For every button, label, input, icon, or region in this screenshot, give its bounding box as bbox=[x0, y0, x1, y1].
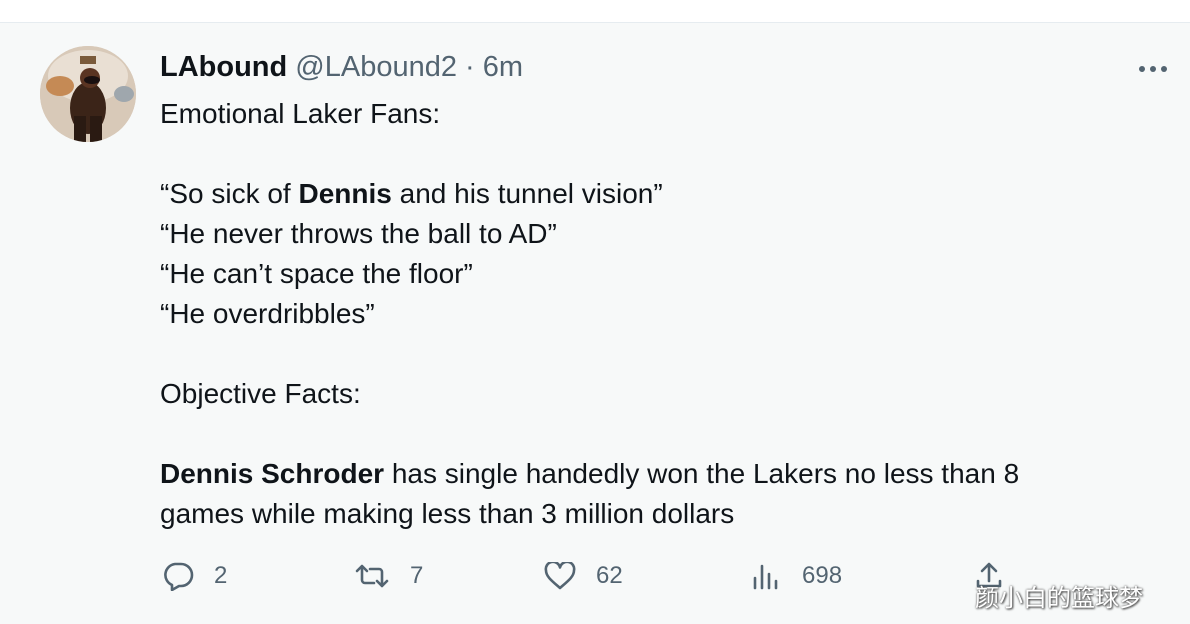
page: LAbound @LAbound2 · 6m Emotional Laker F… bbox=[0, 0, 1190, 624]
reply-icon bbox=[164, 562, 194, 591]
separator-dot: · bbox=[465, 51, 475, 83]
heart-icon bbox=[544, 562, 576, 590]
quote-line: “So sick of Dennis and his tunnel vision… bbox=[160, 174, 1140, 214]
quote-line: “He can’t space the floor” bbox=[160, 258, 473, 289]
analytics-icon bbox=[753, 564, 778, 590]
quote-text: “So sick of bbox=[160, 178, 299, 209]
retweet-icon bbox=[355, 564, 389, 588]
like-button[interactable]: 62 bbox=[544, 556, 623, 596]
fact-line: games while making less than 3 million d… bbox=[160, 498, 735, 529]
view-count: 698 bbox=[802, 562, 843, 589]
user-handle[interactable]: @LAbound2 bbox=[295, 51, 457, 83]
display-name[interactable]: LAbound bbox=[160, 51, 287, 83]
tweet-header: LAbound @LAbound2 · 6m bbox=[160, 49, 523, 85]
quote-line: “He never throws the ball to AD” bbox=[160, 218, 557, 249]
intro-line: Emotional Laker Fans: bbox=[160, 98, 441, 129]
reply-button[interactable]: 2 bbox=[162, 556, 227, 596]
views-button[interactable]: 698 bbox=[752, 556, 842, 596]
reply-count: 2 bbox=[214, 562, 228, 589]
tweet-card[interactable]: LAbound @LAbound2 · 6m Emotional Laker F… bbox=[8, 24, 1182, 622]
more-icon bbox=[1139, 66, 1167, 72]
retweet-count: 7 bbox=[410, 562, 424, 589]
quote-line: “He overdribbles” bbox=[160, 298, 375, 329]
retweet-button[interactable]: 7 bbox=[354, 556, 423, 596]
bold-name: Dennis Schroder bbox=[160, 458, 385, 489]
fact-line: Dennis Schroder has single handedly won … bbox=[160, 454, 1140, 494]
avatar[interactable] bbox=[40, 46, 136, 142]
top-divider bbox=[0, 0, 1190, 23]
more-button[interactable] bbox=[1135, 57, 1171, 81]
facts-heading: Objective Facts: bbox=[160, 378, 361, 409]
watermark: 颜小白的篮球梦 bbox=[975, 584, 1143, 612]
timestamp[interactable]: 6m bbox=[483, 51, 523, 83]
tweet-text: Emotional Laker Fans: “So sick of Dennis… bbox=[160, 94, 1140, 534]
bold-name: Dennis bbox=[298, 178, 392, 209]
avatar-image bbox=[40, 46, 136, 142]
like-count: 62 bbox=[596, 562, 623, 589]
quote-text: and his tunnel vision” bbox=[391, 178, 663, 209]
fact-text: has single handedly won the Lakers no le… bbox=[384, 458, 1020, 489]
